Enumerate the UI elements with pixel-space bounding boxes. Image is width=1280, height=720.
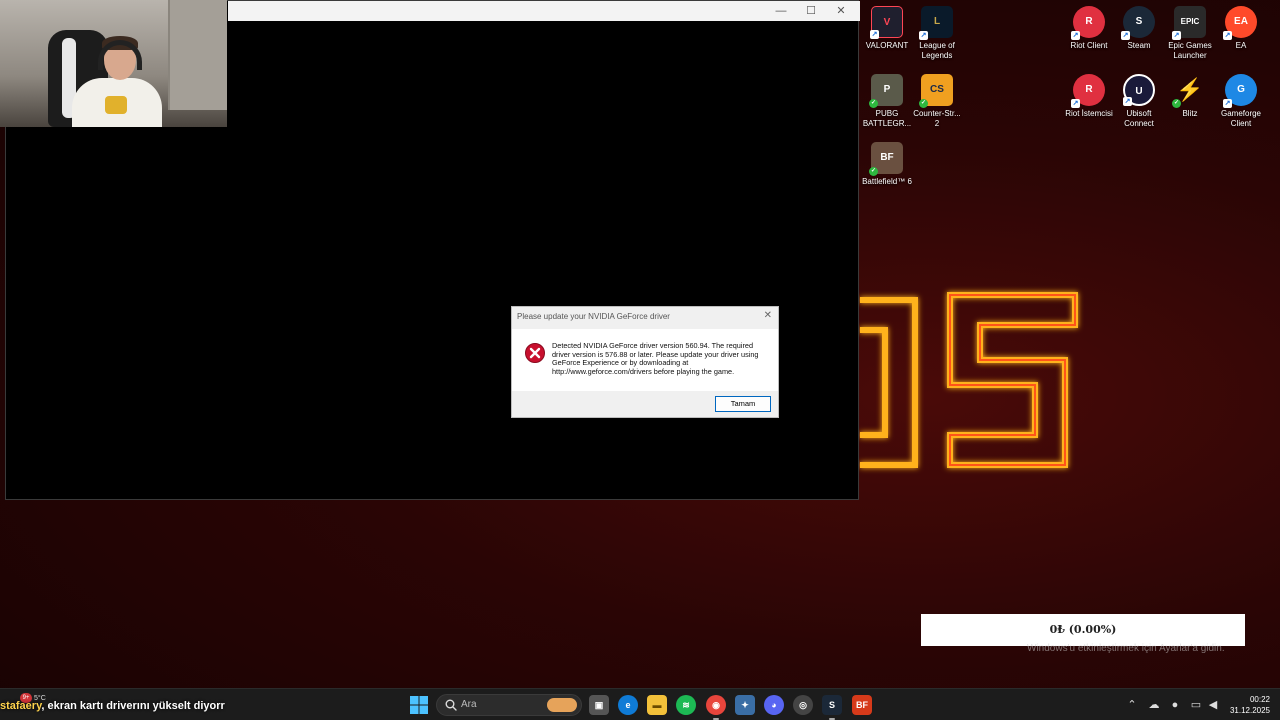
desktop-icon-label: Gameforge Client [1220,109,1262,128]
ticker-message: ekran kartı driverını yükselt diyorr [47,700,225,712]
desktop-icon-label: League of Legends [919,41,955,60]
search-highlight-icon [547,698,577,712]
battlefield-taskbar-icon[interactable]: BF [852,695,872,715]
desktop-icon-ea[interactable]: EA ↗ EA [1214,6,1268,51]
clock-date: 31.12.2025 [1229,706,1270,715]
maximize-button[interactable]: ☐ [796,3,826,19]
gameforge-icon: G ↗ [1223,74,1257,108]
desktop-icon-label: Steam [1127,41,1151,50]
network-icon[interactable]: ▭ [1189,698,1203,712]
chrome-icon[interactable]: ◉ [706,695,726,720]
wallpaper-neon-logo [860,292,1078,468]
nvidia-driver-dialog[interactable]: Please update your NVIDIA GeForce driver… [511,306,779,418]
search-icon [445,699,457,711]
desktop-icon-blitz[interactable]: ⚡ ✓ Blitz [1163,74,1217,119]
spotify-icon[interactable]: ≋ [676,695,696,715]
close-window-button[interactable]: ✕ [826,3,856,19]
desktop-icon-label: EA [1235,41,1247,50]
desktop-icon-steam[interactable]: S ↗ Steam [1112,6,1166,51]
ea-icon: EA ↗ [1223,6,1257,40]
windows-start-icon[interactable] [410,696,428,714]
system-clock[interactable]: 00:22 31.12.2025 [1226,694,1270,716]
ok-button[interactable]: Tamam [715,396,771,412]
desktop-icon-battlefield-6[interactable]: BF ✓ Battlefield™ 6 [860,142,914,187]
minimize-button[interactable]: — [766,3,796,19]
dialog-close-button[interactable]: ✕ [764,310,772,321]
webcam-overlay [0,0,227,127]
blitz-icon: ⚡ ✓ [1172,77,1204,108]
dialog-body: Detected NVIDIA GeForce driver version 5… [512,329,778,391]
edge-icon[interactable]: e [618,695,638,715]
desktop-icon-label: Riot İstemcisi [1065,109,1113,118]
volume-icon[interactable]: ◀ [1206,698,1220,712]
riot-client-icon: R ↗ [1071,6,1105,40]
desktop-icon-label: Riot Client [1070,41,1108,50]
desktop-icon-label: VALORANT [865,41,909,50]
webcam-shirt-print [105,96,127,114]
desktop-icon-valorant[interactable]: V ↗ VALORANT [860,6,914,51]
desktop-icon-pubg[interactable]: P ✓ PUBG BATTLEGR... [860,74,914,129]
desktop-icon-label: PUBG BATTLEGR... [862,109,912,128]
dialog-message: Detected NVIDIA GeForce driver version 5… [552,341,759,377]
dialog-title: Please update your NVIDIA GeForce driver [517,312,670,321]
battlefield-icon: BF ✓ [869,142,903,176]
desktop-icon-epic-games[interactable]: EPIC ↗ Epic Games Launcher [1163,6,1217,61]
steam-taskbar-icon[interactable]: S [822,695,842,720]
taskbar-search[interactable]: Ara [436,694,582,716]
desktop-icon-league-of-legends[interactable]: L ↗ League of Legends [910,6,964,61]
donation-goal-widget: 0₺ (0.00%) [921,614,1245,646]
game-launcher-icon[interactable]: ✦ [735,695,755,715]
task-view-icon[interactable]: ▣ [589,695,609,715]
clock-time: 00:22 [1249,695,1270,704]
desktop-icon-counter-strike-2[interactable]: CS ✓ Counter-Str... 2 [910,74,964,129]
microphone-icon[interactable]: ● [1168,698,1182,712]
desktop-icon-riot-istemcisi[interactable]: R ↗ Riot İstemcisi [1062,74,1116,119]
taskbar: 9+ 5°C stafaery, ekran kartı driverını y… [0,688,1280,720]
game-window-titlebar[interactable]: — ☐ ✕ [228,1,860,21]
onedrive-cloud-icon[interactable]: ☁ [1147,698,1161,712]
desktop-icon-label: Ubisoft Connect [1124,109,1154,128]
obs-icon[interactable]: ◎ [793,695,813,715]
desktop-icon-label: Battlefield™ 6 [862,177,912,186]
stream-ticker: stafaery, ekran kartı driverını yükselt … [0,700,225,712]
epic-games-icon: EPIC ↗ [1172,6,1206,40]
steam-icon: S ↗ [1121,6,1155,40]
ticker-username: stafaery [0,700,42,712]
league-of-legends-icon: L ↗ [919,6,953,40]
tray-overflow-chevron-icon[interactable]: ⌃ [1125,698,1139,712]
valorant-icon: V ↗ [870,6,903,39]
file-explorer-icon[interactable]: ▬ [647,695,667,715]
counter-strike-icon: CS ✓ [919,74,953,108]
desktop-icon-riot-client[interactable]: R ↗ Riot Client [1062,6,1116,51]
desktop-icon-label: Blitz [1182,109,1198,118]
error-icon [525,343,545,363]
riot-istemcisi-icon: R ↗ [1071,74,1105,108]
webcam-background-door [168,0,227,110]
discord-icon[interactable]: ◕ [764,695,784,715]
pubg-icon: P ✓ [869,74,903,108]
desktop-icon-ubisoft-connect[interactable]: U ↗ Ubisoft Connect [1112,74,1166,129]
ubisoft-icon: U ↗ [1123,74,1155,106]
desktop-icon-label: Epic Games Launcher [1168,41,1212,60]
search-placeholder: Ara [461,699,477,710]
desktop-icon-label: Counter-Str... 2 [913,109,961,128]
desktop-icon-gameforge-client[interactable]: G ↗ Gameforge Client [1214,74,1268,129]
windows-activation-watermark: Windows'u etkinleştirmek için Ayarlar'a … [1027,643,1225,654]
